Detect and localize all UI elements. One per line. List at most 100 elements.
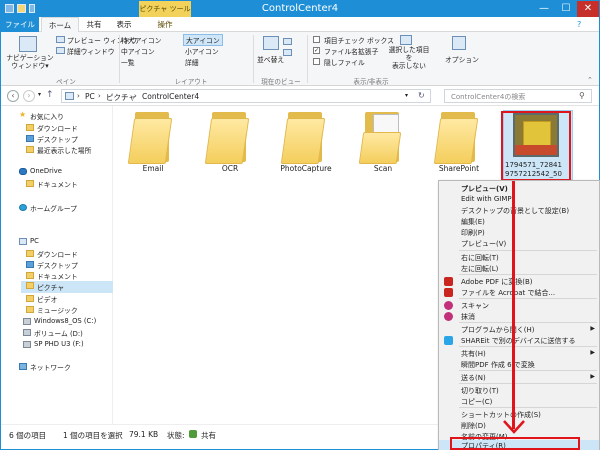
desktop-icon [26,135,34,142]
search-icon[interactable]: ⚲ [579,91,585,100]
removable-drive-icon [23,341,31,348]
tab-home[interactable]: ホーム [41,17,79,32]
list-option[interactable]: 一覧 [121,57,135,67]
selection-size: 79.1 KB [129,430,159,439]
folder-sharepoint[interactable] [433,110,481,164]
menu-print[interactable]: 印刷(P) [439,227,599,238]
medium-icons-option[interactable]: 中アイコン [121,46,155,56]
hide-selected-icon [400,35,412,45]
folder-email[interactable] [127,110,175,164]
menu-cut[interactable]: 切り取り(T) [439,385,599,396]
large-icons-option[interactable]: 大アイコン [183,34,223,46]
breadcrumb-controlcenter4[interactable]: ControlCenter4 [142,92,199,101]
ribbon-tabs: ファイル ホーム 共有 表示 操作 ? [1,17,599,32]
selection-count: 1 個の項目を選択 [63,431,123,440]
tab-view[interactable]: 表示 [109,17,139,32]
collapse-ribbon-icon[interactable]: ⌃ [587,76,593,84]
small-icons-option[interactable]: 小アイコン [185,46,219,56]
add-columns-icon[interactable] [283,49,292,56]
acrobat-icon [444,288,453,297]
ribbon: ナビゲーション ウィンドウ▾ プレビュー ウィンドウ 詳細ウィンドウ ペイン 特… [1,32,599,86]
menu-rotate-right[interactable]: 右に回転(T) [439,252,599,263]
address-bar-row: ‹ › ▾ ↑ › PC › ピクチャ › ControlCenter4 ▾ ↻… [1,86,599,106]
help-icon[interactable]: ? [577,20,581,29]
menu-convert-adobe-pdf[interactable]: Adobe PDF に変換(B) [439,276,599,287]
back-button[interactable]: ‹ [7,90,19,102]
pictures-folder-icon [26,282,34,289]
options-icon [452,36,466,50]
extra-large-icons-option[interactable]: 特大アイコン [121,35,161,45]
menu-combine-acrobat[interactable]: ファイルを Acrobat で結合... [439,287,599,298]
current-view-group-label: 現在のビュー [261,78,301,86]
menu-edit-with-gimp[interactable]: Edit with GIMP [439,194,599,205]
ribbon-divider [119,35,120,83]
context-menu: プレビュー(V) Edit with GIMP デスクトップの背景として設定(B… [438,180,600,450]
hide-selected-button[interactable]: 選択した項目を 表示しない [386,46,432,70]
search-box[interactable]: ControlCenter4の検索 ⚲ [444,89,592,103]
download-folder-icon [26,250,34,257]
tab-share[interactable]: 共有 [79,17,109,32]
menu-rotate-left[interactable]: 左に回転(L) [439,263,599,274]
annotation-arrow-head [503,420,525,434]
menu-send-to[interactable]: 送る(N) ▶ [439,372,599,383]
folder-photocapture[interactable] [280,110,328,164]
pane-group-label: ペイン [56,78,76,86]
file-extension-label: ファイル名拡張子 [324,48,379,56]
network-icon [19,363,27,370]
details-pane-icon [56,47,65,54]
tab-file[interactable]: ファイル [1,17,39,32]
folder-scan[interactable] [358,110,405,164]
item-checkbox-toggle[interactable] [313,36,320,43]
menu-shareit[interactable]: SHAREit で別のデバイスに送信する [439,335,599,346]
menu-shred[interactable]: 抹消 [439,311,599,322]
documents-folder-icon [26,180,34,187]
menu-share[interactable]: 共有(H) ▶ [439,348,599,359]
details-pane-button[interactable]: 詳細ウィンドウ [67,46,115,56]
menu-set-as-wallpaper[interactable]: デスクトップの背景として設定(B) [439,205,599,216]
recent-locations-icon[interactable]: ▾ [38,91,41,98]
breadcrumb-pc[interactable]: PC [85,92,95,101]
options-button[interactable]: オプション [445,54,479,64]
nav-pictures[interactable]: ピクチャ [21,281,113,293]
sort-button[interactable]: 並べ替え [257,54,284,64]
navigation-pane: ★ お気に入り ダウンロード デスクトップ 最近表示した場所 OneDrive ド… [1,106,113,424]
close-button[interactable]: ✕ [577,1,599,17]
preview-pane-icon [56,36,65,43]
navigation-pane-icon[interactable] [19,36,37,52]
properties-highlight-box [450,437,580,450]
address-dropdown-icon[interactable]: ▾ [405,92,408,99]
item-checkbox-label: 項目チェック ボックス [324,37,394,45]
antivirus-scan-icon [444,301,453,310]
refresh-icon[interactable]: ↻ [418,91,425,100]
menu-preview-default[interactable]: プレビュー(V) [439,183,599,194]
state-label: 状態: [167,431,185,440]
minimize-button[interactable]: — [533,1,555,17]
submenu-arrow-icon: ▶ [590,373,595,380]
up-button[interactable]: ↑ [46,90,54,100]
videos-folder-icon [26,295,34,302]
menu-edit[interactable]: 編集(E) [439,216,599,227]
menu-pdf-convert[interactable]: 瞬間PDF 作成 6 で変換 [439,359,599,370]
menu-copy[interactable]: コピー(C) [439,396,599,407]
group-by-icon[interactable] [283,38,292,45]
recent-places-icon [26,146,34,153]
folder-ocr[interactable] [204,110,252,164]
tab-manage[interactable]: 操作 [143,17,187,32]
breadcrumb-pictures[interactable]: ピクチャ [106,92,136,103]
file-extension-checkbox[interactable]: ✓ [313,47,320,54]
layout-group-label: レイアウト [174,78,208,86]
menu-preview[interactable]: プレビュー(V) [439,238,599,249]
forward-button[interactable]: › [23,90,35,102]
folder-name: SharePoint [438,164,480,173]
explorer-window: ピクチャ ツール ControlCenter4 — ☐ ✕ ファイル ホーム 共… [0,0,600,450]
hidden-files-label: 隠しファイル [324,59,365,67]
menu-open-with[interactable]: プログラムから開く(H) ▶ [439,324,599,335]
download-folder-icon [26,124,34,131]
navigation-pane-button[interactable]: ナビゲーション ウィンドウ▾ [5,54,55,70]
address-bar[interactable]: › PC › ピクチャ › ControlCenter4 ▾ ↻ [61,89,431,103]
maximize-button[interactable]: ☐ [555,1,577,17]
menu-scan[interactable]: スキャン [439,300,599,311]
shred-icon [444,312,453,321]
hidden-files-checkbox[interactable] [313,58,320,65]
details-option[interactable]: 詳細 [185,57,199,67]
